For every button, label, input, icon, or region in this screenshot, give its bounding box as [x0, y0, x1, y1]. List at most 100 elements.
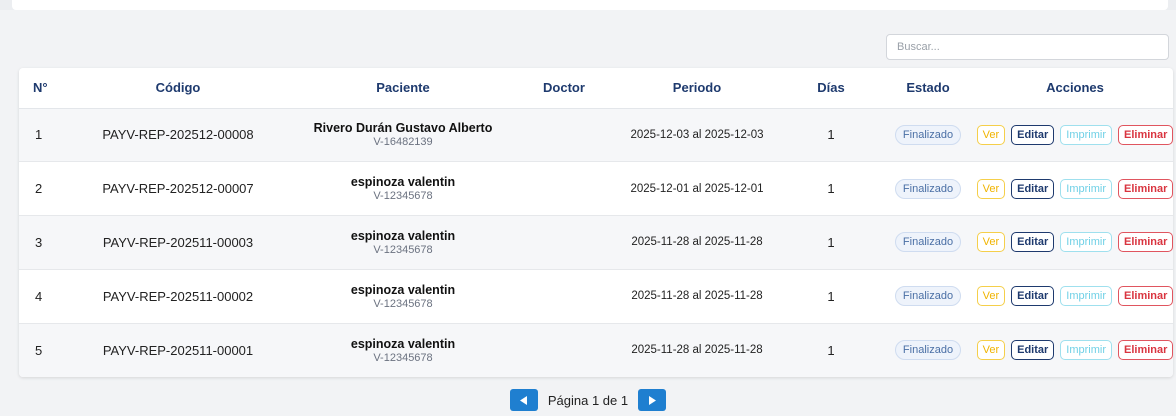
table-row: 1 PAYV-REP-202512-00008 Rivero Durán Gusta…	[19, 108, 1173, 162]
cell-days: 1	[827, 342, 835, 358]
cell-status: Finalizado	[879, 108, 977, 162]
reports-table-card: N° Código Paciente Doctor Periodo Días E…	[19, 68, 1173, 377]
cell-n: 2	[35, 181, 43, 197]
status-badge: Finalizado	[894, 124, 962, 145]
patient-id: V-12345678	[373, 351, 433, 364]
patient-id: V-12345678	[373, 243, 433, 256]
chevron-right-icon	[649, 395, 657, 405]
patient-name: espinoza valentin	[350, 228, 456, 243]
cell-days: 1	[827, 181, 835, 197]
chevron-left-icon	[519, 395, 527, 405]
cell-code: PAYV-REP-202511-00002	[102, 288, 254, 304]
cell-n: 1	[35, 127, 43, 143]
cell-period: 2025-12-01 al 2025-12-01	[630, 182, 764, 195]
row-actions: Ver Editar Imprimir Eliminar	[976, 340, 1173, 361]
row-actions: Ver Editar Imprimir Eliminar	[976, 286, 1173, 307]
view-button[interactable]: Ver	[976, 286, 1006, 307]
cell-patient: espinoza valentin V-12345678	[289, 269, 517, 323]
cell-actions: Ver Editar Imprimir Eliminar	[976, 216, 1173, 270]
header-estado[interactable]: Estado	[879, 68, 977, 109]
cell-doctor	[517, 216, 611, 270]
cell-actions: Ver Editar Imprimir Eliminar	[976, 162, 1173, 216]
patient-id: V-12345678	[373, 297, 433, 310]
patient-name: Rivero Durán Gustavo Alberto	[313, 121, 493, 136]
header-acciones: Acciones	[977, 68, 1173, 109]
cell-period: 2025-11-28 al 2025-11-28	[631, 290, 763, 303]
print-button[interactable]: Imprimir	[1060, 340, 1113, 361]
cell-n: 3	[35, 234, 43, 250]
pagination: Página 1 de 1	[0, 389, 1176, 411]
edit-button[interactable]: Editar	[1011, 124, 1055, 145]
status-badge: Finalizado	[894, 178, 962, 199]
cell-days: 1	[827, 288, 835, 304]
print-button[interactable]: Imprimir	[1060, 286, 1113, 307]
cell-status: Finalizado	[879, 216, 977, 270]
cell-doctor	[517, 108, 611, 162]
cell-patient: espinoza valentin V-12345678	[289, 323, 517, 377]
cell-actions: Ver Editar Imprimir Eliminar	[976, 108, 1173, 162]
cell-period: 2025-11-28 al 2025-11-28	[631, 236, 763, 249]
cell-patient: espinoza valentin V-12345678	[289, 216, 517, 270]
table-row: 4 PAYV-REP-202511-00002 espinoza valentin V…	[19, 269, 1173, 324]
patient-id: V-16482139	[373, 136, 433, 149]
print-button[interactable]: Imprimir	[1060, 124, 1113, 145]
delete-button[interactable]: Eliminar	[1118, 232, 1173, 253]
cell-patient: espinoza valentin V-12345678	[289, 162, 517, 216]
header-periodo[interactable]: Periodo	[611, 68, 783, 109]
print-button[interactable]: Imprimir	[1060, 232, 1113, 253]
cell-actions: Ver Editar Imprimir Eliminar	[976, 323, 1173, 377]
edit-button[interactable]: Editar	[1011, 340, 1055, 361]
view-button[interactable]: Ver	[976, 178, 1006, 199]
header-n: N°	[19, 68, 67, 109]
header-doctor[interactable]: Doctor	[517, 68, 611, 109]
header-paciente[interactable]: Paciente	[289, 68, 517, 109]
header-dias[interactable]: Días	[783, 68, 879, 109]
cell-period: 2025-11-28 al 2025-11-28	[631, 344, 763, 357]
table-row: 5 PAYV-REP-202511-00001 espinoza valentin V…	[19, 323, 1173, 377]
cell-days: 1	[827, 234, 835, 250]
cell-code: PAYV-REP-202512-00007	[102, 181, 254, 197]
edit-button[interactable]: Editar	[1011, 232, 1055, 253]
view-button[interactable]: Ver	[976, 232, 1006, 253]
prev-page-button[interactable]	[509, 389, 538, 411]
patient-name: espinoza valentin	[350, 175, 456, 190]
cell-status: Finalizado	[879, 269, 977, 323]
table-row: 2 PAYV-REP-202512-00007 espinoza valentin V…	[19, 161, 1173, 216]
next-page-button[interactable]	[638, 389, 667, 411]
reports-table: N° Código Paciente Doctor Periodo Días E…	[19, 68, 1173, 377]
cell-status: Finalizado	[879, 323, 977, 377]
cell-doctor	[517, 269, 611, 323]
cell-code: PAYV-REP-202511-00003	[102, 234, 254, 250]
patient-name: espinoza valentin	[350, 282, 456, 297]
delete-button[interactable]: Eliminar	[1118, 286, 1173, 307]
cell-doctor	[517, 323, 611, 377]
cell-code: PAYV-REP-202512-00008	[102, 127, 254, 143]
row-actions: Ver Editar Imprimir Eliminar	[976, 232, 1173, 253]
view-button[interactable]: Ver	[976, 124, 1006, 145]
cell-status: Finalizado	[879, 162, 977, 216]
patient-name: espinoza valentin	[350, 336, 456, 351]
cell-code: PAYV-REP-202511-00001	[102, 342, 254, 358]
page-indicator: Página 1 de 1	[547, 392, 629, 408]
row-actions: Ver Editar Imprimir Eliminar	[976, 124, 1173, 145]
cell-patient: Rivero Durán Gustavo Alberto V-16482139	[289, 108, 517, 162]
edit-button[interactable]: Editar	[1011, 286, 1055, 307]
search-input[interactable]	[886, 34, 1169, 60]
status-badge: Finalizado	[894, 340, 962, 361]
header-codigo[interactable]: Código	[67, 68, 289, 109]
view-button[interactable]: Ver	[976, 340, 1006, 361]
delete-button[interactable]: Eliminar	[1118, 340, 1173, 361]
patient-id: V-12345678	[373, 190, 433, 203]
table-header-row: N° Código Paciente Doctor Periodo Días E…	[19, 68, 1173, 109]
top-strip	[0, 0, 1176, 10]
top-panel-edge	[12, 0, 1168, 10]
edit-button[interactable]: Editar	[1011, 178, 1055, 199]
print-button[interactable]: Imprimir	[1060, 178, 1113, 199]
cell-n: 5	[35, 342, 43, 358]
cell-n: 4	[35, 288, 43, 304]
table-row: 3 PAYV-REP-202511-00003 espinoza valentin V…	[19, 215, 1173, 270]
delete-button[interactable]: Eliminar	[1118, 178, 1173, 199]
cell-doctor	[517, 162, 611, 216]
cell-actions: Ver Editar Imprimir Eliminar	[976, 269, 1173, 323]
delete-button[interactable]: Eliminar	[1118, 124, 1173, 145]
